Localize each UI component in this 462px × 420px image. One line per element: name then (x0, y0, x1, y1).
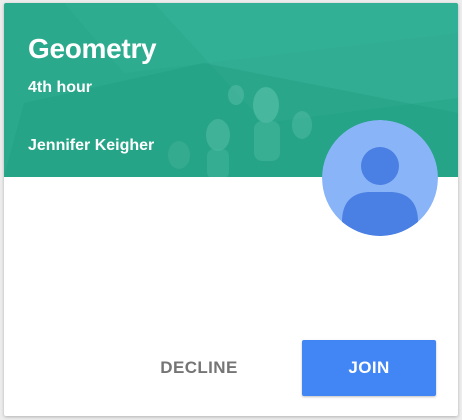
join-button[interactable]: JOIN (302, 340, 436, 396)
class-title: Geometry (28, 33, 157, 64)
class-section: 4th hour (28, 79, 92, 96)
teacher-avatar (322, 120, 438, 236)
class-invite-card: Geometry 4th hour Jennifer Keigher DECLI… (4, 3, 458, 416)
default-user-icon (322, 120, 438, 236)
teacher-name: Jennifer Keigher (28, 137, 155, 154)
decline-button[interactable]: DECLINE (134, 340, 264, 396)
